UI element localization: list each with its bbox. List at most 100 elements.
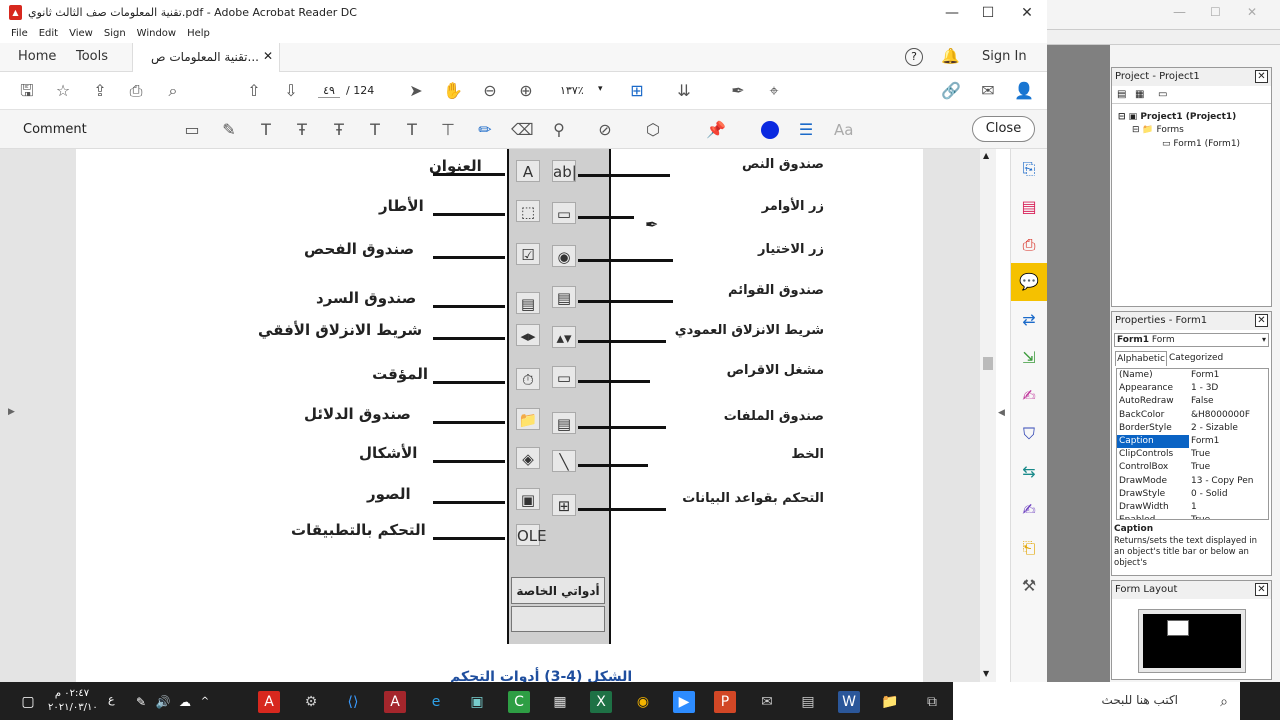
- layout-form-preview[interactable]: [1167, 620, 1189, 636]
- property-row[interactable]: ClipControls True: [1117, 448, 1268, 461]
- fill-sign-panel-icon[interactable]: ✍: [1018, 385, 1040, 407]
- maximize-button[interactable]: ☐: [968, 0, 1008, 26]
- tab-categorized[interactable]: Categorized: [1169, 353, 1223, 363]
- property-row[interactable]: DrawMode 13 - Copy Pen: [1117, 475, 1268, 488]
- toggle-folders-icon[interactable]: ▭: [1158, 89, 1167, 100]
- task-view-icon[interactable]: ⧉: [921, 691, 943, 713]
- prev-page-icon[interactable]: ⇧: [243, 80, 265, 102]
- vscode-taskbar-icon[interactable]: ⟨⟩: [342, 691, 364, 713]
- compress-icon[interactable]: ⇲: [1018, 347, 1040, 369]
- property-value[interactable]: Form1: [1189, 435, 1261, 448]
- help-icon[interactable]: ?: [905, 48, 923, 66]
- close-window-button[interactable]: ✕: [1007, 0, 1047, 26]
- color-picker-icon[interactable]: [761, 121, 779, 139]
- object-selector[interactable]: Form1 Form ▾: [1114, 333, 1269, 347]
- save-icon[interactable]: 🖫: [16, 80, 38, 102]
- vb-maximize-icon[interactable]: ☐: [1210, 5, 1221, 19]
- eraser-icon[interactable]: ⌫: [511, 119, 534, 141]
- translate-icon[interactable]: ⇄: [1018, 309, 1040, 331]
- organize-pages-icon[interactable]: ▤: [1018, 196, 1040, 218]
- zoom-taskbar-icon[interactable]: ▶: [673, 691, 695, 713]
- export-pdf-icon[interactable]: ⎘: [1018, 158, 1040, 180]
- property-value[interactable]: 0 - Solid: [1189, 488, 1261, 501]
- edge-taskbar-icon[interactable]: e: [425, 691, 447, 713]
- star-icon[interactable]: ☆: [52, 80, 74, 102]
- close-icon[interactable]: ✕: [1255, 583, 1268, 596]
- chevron-down-icon[interactable]: ▾: [1262, 334, 1266, 346]
- property-row[interactable]: AutoRedraw False: [1117, 395, 1268, 408]
- menu-help[interactable]: Help: [187, 26, 210, 42]
- property-value[interactable]: Form1: [1189, 369, 1261, 382]
- property-value[interactable]: 1: [1189, 501, 1261, 514]
- tree-project[interactable]: ⊟ ▣ Project1 (Project1): [1118, 112, 1236, 122]
- vb-minimize-icon[interactable]: —: [1173, 5, 1186, 20]
- cloud-icon[interactable]: ☁: [174, 691, 196, 713]
- property-value[interactable]: True: [1189, 461, 1261, 474]
- scroll-thumb[interactable]: [983, 357, 993, 370]
- close-icon[interactable]: ✕: [1255, 314, 1268, 327]
- line-width-icon[interactable]: ☰: [795, 119, 817, 141]
- font-size-label[interactable]: Aa: [834, 121, 853, 139]
- bell-icon[interactable]: 🔔: [941, 47, 960, 65]
- volume-icon[interactable]: 🔊: [152, 691, 174, 713]
- shapes-icon[interactable]: ⬡: [642, 119, 664, 141]
- attach-icon[interactable]: ⊘: [594, 119, 616, 141]
- send-icon[interactable]: ⇆: [1018, 461, 1040, 483]
- close-icon[interactable]: ✕: [1255, 70, 1268, 83]
- pen-icon[interactable]: ✎: [130, 691, 152, 713]
- menu-view[interactable]: View: [69, 26, 93, 42]
- scroll-mode-icon[interactable]: ⇊: [673, 80, 695, 102]
- tag-icon[interactable]: ⌖: [763, 80, 785, 102]
- sign-in-button[interactable]: Sign In: [982, 49, 1027, 64]
- word-taskbar-icon[interactable]: W: [838, 691, 860, 713]
- tab-document[interactable]: تقنية المعلومات ص... ✕: [132, 43, 280, 72]
- strikethrough-icon[interactable]: Ŧ: [291, 119, 313, 141]
- chevron-down-icon[interactable]: ▾: [598, 84, 603, 94]
- taskbar-search-box[interactable]: اكتب هنا للبحث: [953, 682, 1240, 720]
- tab-home[interactable]: Home: [18, 49, 56, 64]
- tree-forms[interactable]: ⊟ 📁 Forms: [1132, 125, 1184, 135]
- page-number-input[interactable]: ٤٩: [318, 84, 340, 98]
- property-row[interactable]: DrawStyle 0 - Solid: [1117, 488, 1268, 501]
- powerpoint-taskbar-icon[interactable]: P: [714, 691, 736, 713]
- property-value[interactable]: &H8000000F: [1189, 409, 1261, 422]
- search-icon[interactable]: ⌕: [162, 80, 184, 102]
- upload-icon[interactable]: ⇪: [89, 80, 111, 102]
- fill-sign-icon[interactable]: ✒: [727, 80, 749, 102]
- comment-icon[interactable]: 💬: [1018, 271, 1040, 293]
- zoom-in-icon[interactable]: ⊕: [515, 80, 537, 102]
- scroll-up-icon[interactable]: ▲: [983, 151, 989, 160]
- property-value[interactable]: False: [1189, 395, 1261, 408]
- property-row[interactable]: DrawWidth 1: [1117, 501, 1268, 514]
- tree-form1[interactable]: ▭ Form1 (Form1): [1162, 139, 1240, 149]
- file-explorer-taskbar-icon[interactable]: 📁: [879, 691, 901, 713]
- view-code-icon[interactable]: ▤: [1117, 89, 1126, 100]
- text-icon[interactable]: T: [255, 119, 277, 141]
- property-row[interactable]: (Name) Form1: [1117, 369, 1268, 382]
- certificate-icon[interactable]: ⎗: [1018, 537, 1040, 559]
- right-panel-toggle-icon[interactable]: ◀: [998, 408, 1005, 418]
- vb6-taskbar-icon[interactable]: ⚙: [300, 691, 322, 713]
- pin-icon[interactable]: 📌: [705, 119, 727, 141]
- textbox-icon[interactable]: ⊤: [437, 119, 459, 141]
- search-icon[interactable]: ⌕: [1213, 691, 1235, 713]
- zoom-level[interactable]: ١٣٧٪: [560, 84, 584, 97]
- property-value[interactable]: True: [1189, 448, 1261, 461]
- menu-window[interactable]: Window: [137, 26, 176, 42]
- store-taskbar-icon[interactable]: ▣: [466, 691, 488, 713]
- excel-taskbar-icon[interactable]: X: [590, 691, 612, 713]
- tab-tools[interactable]: Tools: [76, 49, 108, 64]
- property-row[interactable]: ControlBox True: [1117, 461, 1268, 474]
- property-row[interactable]: Appearance 1 - 3D: [1117, 382, 1268, 395]
- select-cursor-icon[interactable]: ➤: [405, 80, 427, 102]
- mail-icon[interactable]: ✉: [977, 80, 999, 102]
- next-page-icon[interactable]: ⇩: [280, 80, 302, 102]
- close-button[interactable]: Close: [972, 116, 1035, 142]
- acrobat-taskbar-icon[interactable]: A: [258, 691, 280, 713]
- insert-text-icon[interactable]: T: [364, 119, 386, 141]
- menu-file[interactable]: File: [11, 26, 28, 42]
- mail-taskbar-icon[interactable]: ✉: [756, 691, 778, 713]
- link-icon[interactable]: 🔗: [940, 80, 962, 102]
- explorer-alt-taskbar-icon[interactable]: ▤: [797, 691, 819, 713]
- action-center-icon[interactable]: ▢: [17, 691, 39, 713]
